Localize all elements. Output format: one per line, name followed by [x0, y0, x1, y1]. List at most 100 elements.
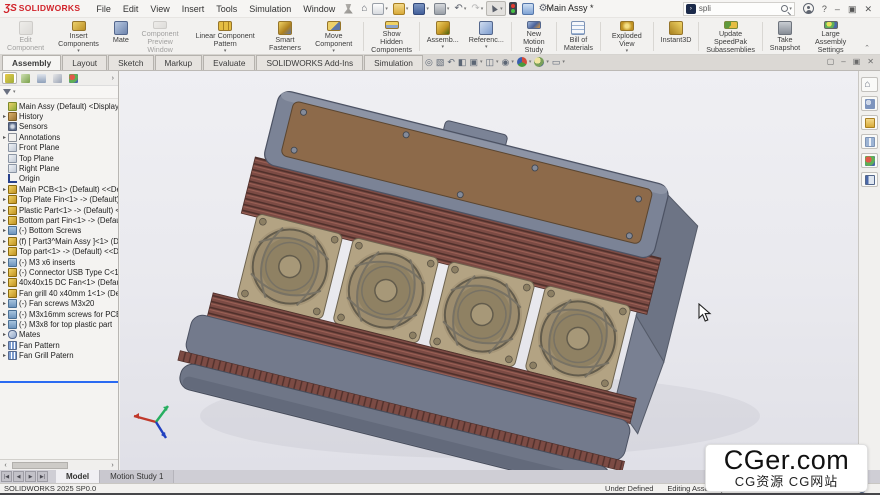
tree-horizontal-scrollbar[interactable]: ‹ › — [0, 459, 118, 470]
tree-item[interactable]: Right Plane — [1, 163, 118, 173]
expand-arrow-icon[interactable]: ▸ — [1, 238, 8, 245]
tab-nav-3[interactable]: ▶| — [37, 471, 48, 482]
scroll-right-icon[interactable]: › — [108, 462, 117, 469]
bill-of-materials-button[interactable]: Bill of Materials — [559, 19, 598, 54]
scrollbar-thumb[interactable] — [12, 462, 68, 469]
open-caret-icon[interactable]: ▾ — [406, 6, 409, 12]
edit-appearance-button[interactable]: ▾ — [517, 57, 532, 67]
tab-evaluate[interactable]: Evaluate — [203, 55, 255, 70]
assemb-button[interactable]: Assemb...▾ — [422, 19, 464, 54]
graphics-viewport[interactable] — [120, 71, 858, 470]
tree-item[interactable]: ▸(-) M3x8 for top plastic part — [1, 319, 118, 329]
home-button[interactable]: ⌂ — [359, 2, 369, 15]
linear-component-pattern-caret-icon[interactable]: ▾ — [224, 49, 227, 54]
dimxpert-tab[interactable] — [50, 72, 65, 84]
assemb-caret-icon[interactable]: ▾ — [441, 45, 444, 50]
tree-item[interactable]: ▸Main PCB<1> (Default) <<Defaul — [1, 184, 118, 194]
tree-item[interactable]: ▸Fan Grill Patern — [1, 350, 118, 360]
propertymanager-tab[interactable] — [18, 72, 33, 84]
menu-simulation[interactable]: Simulation — [243, 2, 297, 16]
new-motion-study-button[interactable]: New Motion Study — [514, 19, 554, 54]
insert-components-button[interactable]: Insert Components▾ — [49, 19, 108, 54]
view-settings-caret-icon[interactable]: ▾ — [562, 59, 565, 65]
open-button[interactable]: ▾ — [391, 2, 411, 16]
tree-item[interactable]: ▸Top part<1> -> (Default) <<Defa — [1, 246, 118, 256]
new-document-button[interactable]: ▾ — [370, 2, 390, 16]
tree-tabs-overflow-icon[interactable]: › — [112, 75, 116, 82]
referenc-button[interactable]: Referenc...▾ — [464, 19, 509, 54]
tree-item[interactable]: ▸(-) Connector USB Type C<1> (D — [1, 267, 118, 277]
tab-layout[interactable]: Layout — [62, 55, 107, 70]
taskpane-home-button[interactable]: ⌂ — [861, 77, 878, 92]
assembly-3d-model[interactable] — [120, 71, 858, 470]
taskpane-resources-button[interactable] — [861, 96, 878, 111]
view-orientation-button[interactable]: ▣▾ — [469, 56, 482, 68]
expand-arrow-icon[interactable]: ▸ — [1, 290, 8, 297]
close-button[interactable]: ✕ — [864, 4, 872, 14]
section-view-button[interactable]: ◧ — [458, 56, 467, 68]
tree-item[interactable]: ▸Top Plate Fin<1> -> (Default) << — [1, 195, 118, 205]
tree-item[interactable]: ▸Bottom part Fin<1> -> (Default) — [1, 215, 118, 225]
minimize-button[interactable]: – — [835, 4, 840, 14]
expand-arrow-icon[interactable]: ▸ — [1, 279, 8, 286]
print-button[interactable]: ▾ — [432, 2, 452, 16]
zoom-fit-button[interactable]: ◎ — [425, 56, 433, 68]
expand-arrow-icon[interactable]: ▸ — [1, 269, 8, 276]
hide-show-items-button[interactable]: ◉▾ — [502, 56, 514, 68]
display-style-button[interactable]: ◫▾ — [485, 56, 498, 68]
tree-item[interactable]: ▸Mates — [1, 330, 118, 340]
move-component-caret-icon[interactable]: ▾ — [332, 49, 335, 54]
tree-item[interactable]: ▸40x40x15 DC Fan<1> (Default) < — [1, 278, 118, 288]
docwin-restore-button[interactable]: ▣ — [853, 57, 861, 66]
docwin-new-icon[interactable]: ▢ — [827, 57, 835, 66]
tab-nav-2[interactable]: ▶ — [25, 471, 36, 482]
design-library-button[interactable] — [861, 115, 878, 130]
menu-edit[interactable]: Edit — [117, 2, 145, 16]
large-assembly-settings-button[interactable]: Large Assembly Settings — [805, 19, 856, 54]
exploded-view-caret-icon[interactable]: ▾ — [626, 49, 629, 54]
tree-item[interactable]: ▸Plastic Part<1> -> (Default) <<D — [1, 205, 118, 215]
expand-arrow-icon[interactable]: ▸ — [1, 352, 8, 359]
display-style-caret-icon[interactable]: ▾ — [496, 59, 499, 65]
filter-caret-icon[interactable]: ▾ — [13, 89, 16, 95]
update-speedpak-subassemblies-button[interactable]: Update SpeedPak Subassemblies — [701, 19, 760, 54]
tab-markup[interactable]: Markup — [155, 55, 203, 70]
undo-button[interactable]: ↶▾ — [452, 2, 468, 15]
menu-view[interactable]: View — [144, 2, 175, 16]
docwin-close-button[interactable]: ✕ — [867, 57, 874, 66]
tree-filter-row[interactable]: ▾ — [0, 86, 118, 99]
user-icon[interactable] — [803, 3, 814, 14]
apply-scene-caret-icon[interactable]: ▾ — [546, 59, 549, 65]
expand-arrow-icon[interactable]: ▸ — [1, 113, 8, 120]
instant3d-button[interactable]: Instant3D — [656, 19, 697, 54]
filter-funnel-icon[interactable] — [3, 89, 11, 95]
tab-motion-study-1[interactable]: Motion Study 1 — [100, 470, 174, 483]
view-orientation-caret-icon[interactable]: ▾ — [480, 59, 483, 65]
menu-insert[interactable]: Insert — [176, 2, 211, 16]
view-settings-button[interactable]: ▭▾ — [552, 56, 565, 68]
expand-arrow-icon[interactable]: ▸ — [1, 207, 8, 214]
move-component-button[interactable]: Move Component▾ — [306, 19, 361, 54]
referenc-caret-icon[interactable]: ▾ — [485, 45, 488, 50]
expand-arrow-icon[interactable]: ▸ — [1, 217, 8, 224]
tab-nav-0[interactable]: |◀ — [1, 471, 12, 482]
expand-arrow-icon[interactable]: ▸ — [1, 134, 8, 141]
restore-button[interactable]: ▣ — [848, 4, 857, 14]
tree-item[interactable]: Front Plane — [1, 143, 118, 153]
expand-arrow-icon[interactable]: ▸ — [1, 227, 8, 234]
redo-button[interactable]: ↷▾ — [469, 2, 485, 15]
tree-item[interactable]: ▸Fan grill 40 x40mm 1<1> (Defaul — [1, 288, 118, 298]
help-button[interactable]: ? — [822, 4, 827, 14]
custom-properties-button[interactable] — [861, 172, 878, 187]
undo-caret-icon[interactable]: ▾ — [464, 6, 467, 12]
expand-arrow-icon[interactable]: ▸ — [1, 248, 8, 255]
expand-arrow-icon[interactable]: ▸ — [1, 259, 8, 266]
zoom-area-button[interactable]: ▧ — [436, 56, 445, 68]
exploded-view-button[interactable]: Exploded View▾ — [603, 19, 651, 54]
search-input[interactable] — [699, 4, 781, 13]
linear-component-pattern-button[interactable]: Linear Component Pattern▾ — [186, 19, 264, 54]
redo-caret-icon[interactable]: ▾ — [481, 6, 484, 12]
tree-item[interactable]: ▸(-) Bottom Screws — [1, 226, 118, 236]
commandbar-collapse-icon[interactable]: ⌃ — [856, 42, 878, 54]
tree-item[interactable]: ▸Fan Pattern — [1, 340, 118, 350]
